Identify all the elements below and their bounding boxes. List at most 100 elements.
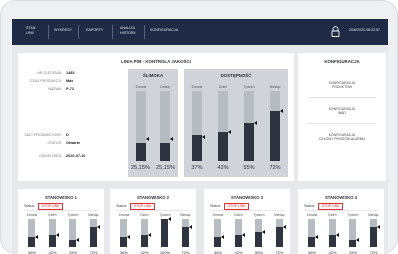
station-col-label: Tydzień [347,213,359,217]
station-col-label: Miesiąc [88,213,99,217]
config-divider [308,123,376,124]
station-card[interactable]: STANOWISKO 3 Status: STOP LINII Zmiana 36… [204,189,290,254]
gauge-label: Zmiana [135,85,147,89]
gauge-bar [244,91,257,161]
gauge-bar [192,91,205,161]
station-status-badge: STOP LINII [130,202,156,211]
station-status-badge: STOP LINII [38,202,64,211]
lock-icon[interactable] [331,26,340,37]
station-percent: 42% [48,250,57,254]
station-col-label: Dzień [234,213,243,217]
station-percent: 72% [181,250,190,254]
nav-divider [112,25,113,39]
tablet-frame: STAN LINII WYKRESY RAPORTY ANALIZA HISTO… [0,0,398,254]
config-item-line: CELÓW I PROGÓW ALARMU [319,137,365,142]
datetime: 20/6/2020 08:22:57 [349,28,380,32]
config-divider [308,97,376,98]
station-card[interactable]: STANOWISKO 1 Status: STOP LINII Zmiana 36… [18,189,104,254]
station-col-label: Miesiąc [274,213,285,217]
gauge-percent: 25,15% [131,165,150,171]
station-bar [28,219,38,247]
gauge-percent: 25,15% [156,165,175,171]
station-bar [328,219,339,247]
line-title: LINIA P08 - KONTROLA JAKOŚCI [121,59,191,64]
nav-analiza-line2: HISTORII [120,30,136,35]
station-bar [255,219,265,247]
station-col-label: Dzień [48,213,57,217]
nav-analiza-historii[interactable]: ANALIZA HISTORII [120,26,136,35]
station-col-label: Zmiana [26,213,38,217]
gauge-label: Dzisiaj [160,85,170,89]
station-marker [376,224,380,229]
station-percent: 100% [159,250,171,254]
station-marker [221,234,224,239]
station-marker [127,234,130,239]
station-marker [147,233,151,238]
config-title: KONFIGURACJA [324,59,360,64]
station-marker [282,224,286,229]
config-products-link[interactable]: KONFIGURACJA PODUKTÓW [298,81,386,89]
nav-wykresy[interactable]: WYKRESY [54,28,72,33]
station-bar [69,219,79,247]
nav-raporty[interactable]: RAPORTY [86,28,103,33]
station-bar [349,219,359,247]
gauge-percent: 72% [269,165,281,171]
gauge-group-title: ŚLIMOKA [142,73,164,78]
gauge-group-slimoka: ŚLIMOKA Zmiana Dzisiaj 25,15% 25,15% [128,69,178,177]
config-panel: KONFIGURACJA KONFIGURACJA PODUKTÓW KONFI… [298,53,386,181]
station-marker [315,234,318,239]
nav-stan-linii[interactable]: STAN LINII [26,26,35,35]
station-bar-fill [120,236,127,247]
nav-divider [48,25,49,39]
gauge-bar [160,91,173,161]
station-bar-fill [28,236,35,247]
config-alarms-link[interactable]: KONFIGURACJA CELÓW I PROGÓW ALARMU [298,133,386,141]
station-card[interactable]: STANOWISKO 4 Status: STOP LINII Zmiana 36… [298,189,384,254]
station-bar-fill [255,231,262,247]
station-percent: 36% [307,250,316,254]
station-bar [234,219,245,247]
station-bar [161,217,171,247]
info-value: D [66,133,69,137]
gauge-bar-fill [160,143,170,161]
gauge-label: Zmiana [191,85,203,89]
station-col-label: Zmiana [306,213,318,217]
config-defects-link[interactable]: KONFIGURACJA WAD [298,107,386,115]
gauge-label: Dzień [218,85,228,89]
station-divider [210,210,284,211]
gauge-percent: 42% [217,165,229,171]
station-bar-fill [349,240,356,247]
gauge-marker [280,108,283,113]
station-title: STANOWISKO 4 [324,195,358,200]
station-col-label: Zmiana [118,213,130,217]
station-col-label: Miesiąc [180,213,191,217]
info-value: Max [66,79,74,83]
station-bar-fill [140,235,148,247]
gauge-marker [202,134,205,139]
station-bar-fill [308,236,315,247]
station-bar [308,219,318,247]
info-label: SALT PRODUKCYJNY: [24,133,62,137]
station-status-label: Status: [24,204,36,208]
nav-konfiguracja[interactable]: KONFIGURACJA [150,28,178,33]
station-percent: 55% [254,250,263,254]
station-percent: 72% [369,250,378,254]
gauge-bar [270,91,283,161]
gauge-bar-fill [136,143,146,161]
station-bar-fill [234,235,242,247]
station-percent: 42% [140,250,149,254]
station-bar [369,219,380,247]
station-marker [241,233,245,238]
gauge-group-dostepnosc: DOSTĘPNOŚĆ Zmiana Dzień Tydzień Miesiąc [184,69,288,177]
station-bar-fill [181,226,189,247]
gauge-bar [136,91,149,161]
station-bar-fill [214,236,221,247]
station-card[interactable]: STANOWISKO 2 Status: STOP LINII Zmiana 36… [110,189,196,254]
gauge-bar-fill [270,110,280,161]
station-percent: 25% [348,250,357,254]
info-value: 1483 [66,71,75,75]
nav-divider [78,25,79,39]
station-bar-fill [369,226,377,247]
info-label: EDIUM DATA: [39,154,62,158]
info-label: STATUS: [47,141,62,145]
